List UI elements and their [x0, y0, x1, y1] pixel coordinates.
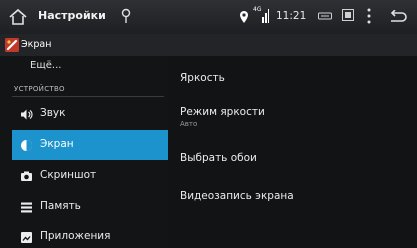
- pref-title: Выбрать обои: [180, 152, 257, 164]
- sidebar-item-label: Звук: [40, 107, 66, 119]
- overflow-menu-icon[interactable]: [367, 8, 371, 24]
- signal-icon: [262, 9, 269, 23]
- section-divider: [12, 96, 164, 97]
- app-header: Экран: [0, 34, 417, 56]
- storage-icon: [21, 202, 32, 213]
- pref-title: Видеозапись экрана: [180, 190, 294, 202]
- display-settings-icon: [5, 38, 19, 52]
- sidebar-item-apps[interactable]: Приложения: [12, 222, 168, 248]
- dvd-icon[interactable]: [318, 10, 332, 22]
- sidebar-item-storage[interactable]: Память: [12, 192, 168, 222]
- apps-icon: [21, 232, 32, 243]
- sidebar-item-label: Память: [40, 200, 81, 212]
- clock: 11:21: [276, 10, 307, 22]
- camera-icon: [21, 171, 32, 181]
- status-bar: Настройки 4G 11:21: [0, 0, 417, 34]
- screen-icon[interactable]: [342, 9, 354, 21]
- sound-icon: [21, 109, 33, 120]
- back-icon[interactable]: [389, 10, 407, 23]
- status-bar-title: Настройки: [38, 9, 106, 22]
- sidebar-item-more[interactable]: Ещё...: [30, 60, 61, 71]
- settings-sidebar: Ещё... УСТРОЙСТВО Звук Экран Скриншот Па…: [0, 56, 168, 248]
- sidebar-item-label: Скриншот: [40, 169, 97, 181]
- pref-title: Яркость: [180, 72, 225, 84]
- home-icon[interactable]: [8, 8, 28, 26]
- pref-screen-recording[interactable]: Видеозапись экрана: [180, 190, 410, 202]
- pref-brightness-mode[interactable]: Режим яркости Авто: [180, 106, 410, 128]
- location-pin-icon: [240, 11, 248, 23]
- sidebar-item-label: Экран: [40, 138, 74, 150]
- pref-summary: Авто: [180, 120, 198, 128]
- display-icon: [21, 140, 32, 151]
- settings-detail-pane: Яркость Режим яркости Авто Выбрать обои …: [168, 56, 417, 248]
- sidebar-item-sound[interactable]: Звук: [12, 99, 168, 129]
- pref-wallpaper[interactable]: Выбрать обои: [180, 152, 410, 164]
- section-header-device: УСТРОЙСТВО: [14, 85, 65, 93]
- pref-title: Режим яркости: [180, 106, 265, 118]
- pref-brightness[interactable]: Яркость: [180, 72, 410, 84]
- page-title: Экран: [21, 39, 52, 50]
- sidebar-item-display[interactable]: Экран: [12, 130, 168, 160]
- sidebar-item-screenshot[interactable]: Скриншот: [12, 161, 168, 191]
- location-pin-icon: [121, 8, 131, 23]
- sidebar-item-label: Приложения: [40, 230, 111, 242]
